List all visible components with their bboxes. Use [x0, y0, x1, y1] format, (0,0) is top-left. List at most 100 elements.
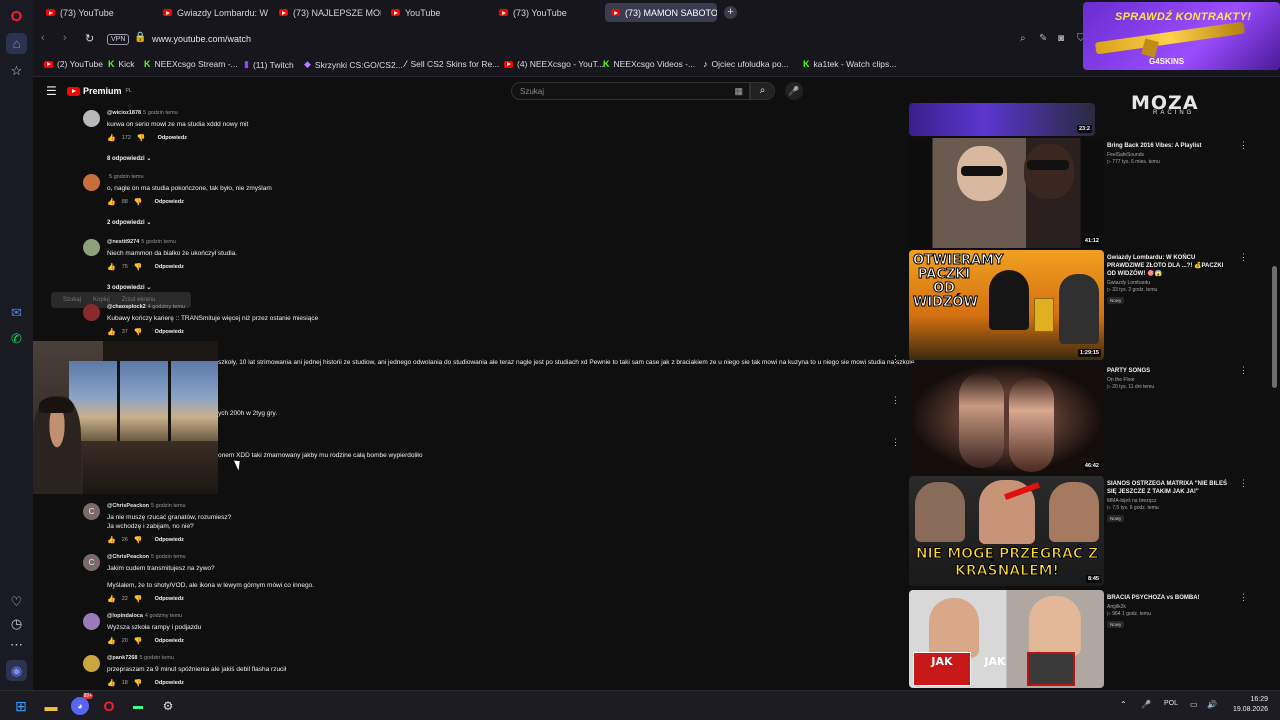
chevron-up-icon[interactable]: ⌃ [1120, 700, 1127, 709]
comment-time[interactable]: 5 godzin temu [151, 503, 186, 509]
bookmark-neexcsgo-stream[interactable]: K NEEXcsgo Stream -... [144, 59, 238, 69]
comment-time[interactable]: 4 godziny temu [145, 613, 182, 619]
comment-author[interactable]: @pank7268 [107, 655, 137, 661]
edit-icon[interactable]: ✎ [1039, 33, 1047, 44]
clock[interactable]: 16:29 19.08.2026 [1222, 695, 1268, 715]
url-field[interactable]: www.youtube.com/watch [152, 34, 251, 44]
like-icon[interactable]: 👍 [107, 536, 116, 544]
recommendation-title[interactable]: Bring Back 2016 Vibes: A Playlist [1107, 142, 1227, 150]
recommendation-item[interactable]: 41:12 Bring Back 2016 Vibes: A Playlist … [909, 138, 1269, 248]
more-icon[interactable]: ⋯ [6, 634, 27, 655]
reload-icon[interactable]: ↻ [85, 32, 94, 45]
youtube-logo[interactable]: Premium PL [67, 86, 132, 96]
tab-6-active[interactable]: (73) MAMON SABOTOWA [605, 3, 717, 22]
avatar[interactable] [83, 655, 100, 672]
avatar[interactable] [83, 613, 100, 630]
bookmark-ka1tek[interactable]: Kka1tek - Watch clips... [803, 59, 896, 69]
reply-button[interactable]: Odpowiedz [155, 264, 184, 270]
app-icon[interactable]: ▬ [129, 697, 147, 715]
menu-icon[interactable]: ☰ [46, 84, 57, 98]
search-button[interactable]: ⌕ [750, 82, 775, 100]
avatar[interactable] [83, 110, 100, 127]
camera-icon[interactable]: ◙ [1058, 33, 1064, 44]
history-icon[interactable]: ◷ [6, 613, 27, 634]
bookmark-neexcsgo-youtube[interactable]: (4) NEEXcsgo - YouT... [504, 59, 604, 69]
search-input[interactable]: Szukaj ▦ [511, 82, 750, 100]
bookmark-skrzynki[interactable]: ◆ Skrzynki CS:GO/CS2... [304, 59, 403, 70]
opera-taskbar-icon[interactable]: O [100, 697, 118, 715]
network-icon[interactable]: ▭ [1190, 700, 1198, 709]
search-icon[interactable]: ⌕ [1020, 33, 1026, 44]
dislike-icon[interactable]: 👎 [134, 595, 143, 603]
recommendation-item[interactable]: 46:42 PARTY SONGS On the Floor ▷ 20 tys.… [909, 363, 1269, 473]
avatar[interactable]: C [83, 503, 100, 520]
language-indicator[interactable]: POL [1164, 700, 1178, 707]
star-icon[interactable]: ☆ [6, 60, 27, 81]
recommendation-channel[interactable]: Angilk2k [1107, 604, 1227, 610]
home-icon[interactable]: ⌂ [6, 33, 27, 54]
like-icon[interactable]: 👍 [107, 679, 116, 687]
dislike-icon[interactable]: 👎 [137, 134, 146, 142]
comment-author[interactable]: @ChrisPeackon [107, 554, 149, 560]
recommendation-thumbnail[interactable]: JAK JAK [909, 590, 1104, 688]
more-options-icon[interactable]: ⋮ [1239, 252, 1248, 263]
steam-icon[interactable]: ⚙ [159, 697, 177, 715]
recommendation-channel[interactable]: Gwiazdy Lombardu [1107, 280, 1227, 286]
voice-search-button[interactable]: 🎤 [785, 82, 803, 100]
moza-racing-ad[interactable]: MOZA RACING [1095, 84, 1280, 124]
more-options-icon[interactable]: ⋮ [1239, 365, 1248, 376]
back-icon[interactable]: ‹ [41, 32, 45, 44]
recommendation-channel[interactable]: On the Floor [1107, 377, 1227, 383]
dislike-icon[interactable]: 👎 [134, 637, 143, 645]
tab-4[interactable]: YouTube [385, 3, 489, 22]
recommendation-thumbnail[interactable]: NIE MOGĘ PRZEGRAĆ Z KRASNALEM! 8:45 [909, 476, 1104, 586]
vpn-badge[interactable]: VPN [107, 34, 130, 45]
tab-3[interactable]: (73) NAJLEPSZE MOMENT [273, 3, 381, 22]
comment-time[interactable]: 4 godziny temu [148, 304, 185, 310]
heart-icon[interactable]: ♡ [6, 591, 27, 612]
tab-2[interactable]: Gwiazdy Lombardu: W KO [157, 3, 269, 22]
bookmark-neexcsgo-videos[interactable]: K NEEXcsgo Videos -... [603, 59, 695, 69]
forward-icon[interactable]: › [63, 32, 67, 44]
comment-author[interactable]: @ChrisPeackon [107, 503, 149, 509]
reply-button[interactable]: Odpowiedz [155, 329, 184, 335]
more-options-icon[interactable]: ⋮ [1239, 140, 1248, 151]
bookmark-youtube[interactable]: (2) YouTube [44, 59, 103, 69]
whatsapp-icon[interactable]: ✆ [6, 328, 27, 349]
dislike-icon[interactable]: 👎 [134, 198, 143, 206]
more-options-icon[interactable]: ⋮ [891, 395, 900, 406]
more-options-icon[interactable]: ⋮ [1239, 478, 1248, 489]
aria-icon[interactable]: ◉ [6, 660, 27, 681]
new-tab-button[interactable]: + [724, 6, 737, 19]
recommendation-channel[interactable]: MMA-biješ na brezqcz [1107, 498, 1227, 504]
scrollbar-thumb[interactable] [1272, 266, 1277, 388]
tab-5[interactable]: (73) YouTube [493, 3, 603, 22]
recommendation-title[interactable]: BRACIA PSYCHOZA vs BOMBA! [1107, 594, 1227, 602]
recommendation-item[interactable]: NIE MOGĘ PRZEGRAĆ Z KRASNALEM! 8:45 SIAN… [909, 476, 1269, 586]
recommendation-thumbnail[interactable]: 46:42 [909, 363, 1104, 473]
reply-button[interactable]: Odpowiedz [155, 638, 184, 644]
comment-author[interactable]: @chaosplock2 [107, 304, 146, 310]
replies-toggle[interactable]: 3 odpowiedzi ⌄ [107, 284, 151, 291]
reply-button[interactable]: Odpowiedz [155, 537, 184, 543]
comment-author[interactable]: @nestit9274 [107, 239, 139, 245]
replies-toggle[interactable]: 2 odpowiedzi ⌄ [107, 219, 151, 226]
like-icon[interactable]: 👍 [107, 595, 116, 603]
like-icon[interactable]: 👍 [107, 134, 116, 142]
comment-time[interactable]: 5 godzin temu [151, 554, 186, 560]
recommendation-title[interactable]: Gwiazdy Lombardu: W KOŃCU PRAWDZIWE ZŁOT… [1107, 254, 1227, 278]
recommendation-item[interactable]: JAK JAK BRACIA PSYCHOZA vs BOMBA! Angilk… [909, 590, 1269, 688]
messenger-icon[interactable]: ✉ [6, 302, 27, 323]
avatar[interactable] [83, 304, 100, 321]
avatar[interactable]: C [83, 554, 100, 571]
recommendation-thumbnail[interactable]: 23:2 [909, 103, 1095, 136]
bookmark-tiktok[interactable]: ♪ Ojciec ufoludka po... [703, 59, 789, 69]
like-icon[interactable]: 👍 [107, 263, 116, 271]
comment-time[interactable]: 5 godzin temu [109, 174, 144, 180]
comment-time[interactable]: 5 godzin temu [139, 655, 174, 661]
bookmark-kick[interactable]: K Kick [108, 59, 135, 69]
bookmark-twitch[interactable]: ▮ (11) Twitch [244, 59, 294, 70]
tab-1[interactable]: (73) YouTube [40, 3, 152, 22]
like-icon[interactable]: 👍 [107, 637, 116, 645]
like-icon[interactable]: 👍 [107, 198, 116, 206]
